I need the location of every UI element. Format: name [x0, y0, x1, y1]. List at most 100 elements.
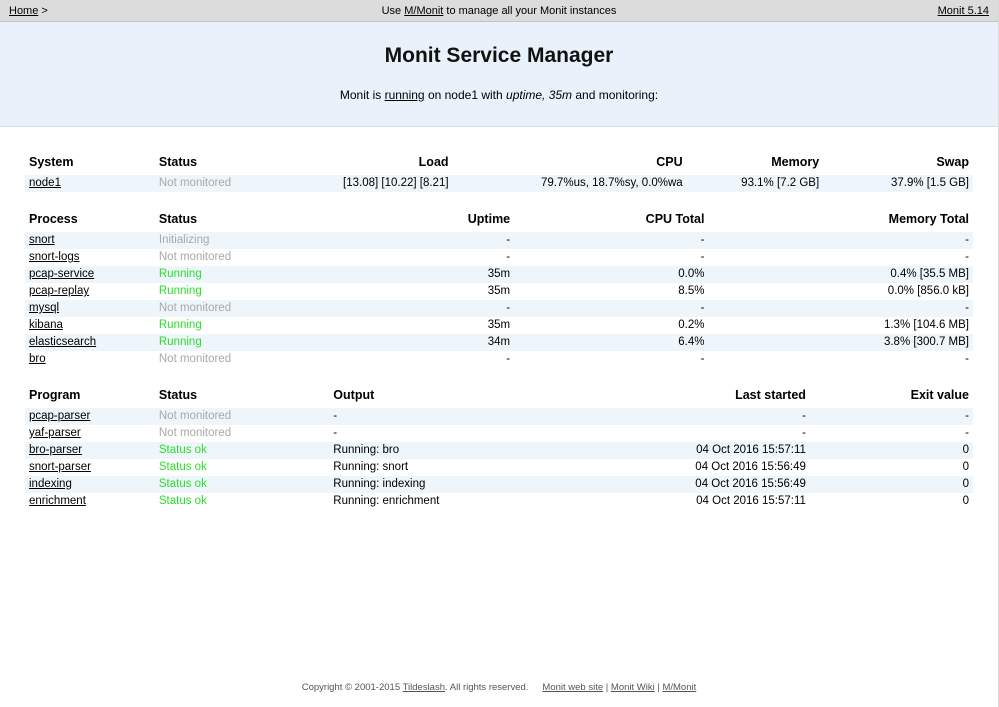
- process-table: Process Status Uptime CPU Total Memory T…: [25, 209, 973, 368]
- last-started-value: -: [644, 408, 810, 425]
- memory-total-value: 0.0% [856.0 kB]: [708, 283, 973, 300]
- process-link-elasticsearch[interactable]: elasticsearch: [29, 336, 96, 348]
- col-header-program: Program: [25, 385, 155, 408]
- program-table-header-row: Program Status Output Last started Exit …: [25, 385, 973, 408]
- program-link-bro-parser[interactable]: bro-parser: [29, 444, 82, 456]
- last-started-value: 04 Oct 2016 15:56:49: [644, 476, 810, 493]
- uptime-text: uptime, 35m: [506, 88, 572, 102]
- table-row: kibana Running 35m 0.2% 1.3% [104.6 MB]: [25, 317, 973, 334]
- table-row: pcap-service Running 35m 0.0% 0.4% [35.5…: [25, 266, 973, 283]
- topbar-message: Use M/Monit to manage all your Monit ins…: [179, 5, 819, 17]
- program-link-enrichment[interactable]: enrichment: [29, 495, 86, 507]
- memory-total-value: 3.8% [300.7 MB]: [708, 334, 973, 351]
- col-header-cpu: CPU: [453, 152, 687, 175]
- cpu-total-value: 8.5%: [514, 283, 708, 300]
- status-line-mid: on node1 with: [425, 88, 506, 102]
- cpu-total-value: -: [514, 351, 708, 368]
- cpu-total-value: -: [514, 300, 708, 317]
- memory-total-value: 1.3% [104.6 MB]: [708, 317, 973, 334]
- process-link-snort-logs[interactable]: snort-logs: [29, 251, 80, 263]
- footer-links: Monit web site | Monit Wiki | M/Monit: [542, 682, 696, 693]
- table-row: snort Initializing - - -: [25, 232, 973, 249]
- exit-value: 0: [810, 476, 973, 493]
- table-row: node1 Not monitored [13.08] [10.22] [8.2…: [25, 175, 973, 192]
- program-link-yaf-parser[interactable]: yaf-parser: [29, 427, 81, 439]
- output-value: -: [329, 408, 644, 425]
- uptime-value: 35m: [320, 317, 514, 334]
- process-link-pcap-service[interactable]: pcap-service: [29, 268, 94, 280]
- monit-version-link[interactable]: Monit 5.14: [938, 5, 989, 17]
- program-table: Program Status Output Last started Exit …: [25, 385, 973, 510]
- process-link-snort[interactable]: snort: [29, 234, 55, 246]
- program-link-pcap-parser[interactable]: pcap-parser: [29, 410, 90, 422]
- col-header-load: Load: [320, 152, 453, 175]
- table-row: bro Not monitored - - -: [25, 351, 973, 368]
- status-text: Running: [159, 319, 202, 331]
- copyright-suffix: . All rights reserved.: [445, 682, 528, 693]
- process-link-pcap-replay[interactable]: pcap-replay: [29, 285, 89, 297]
- process-link-kibana[interactable]: kibana: [29, 319, 63, 331]
- table-row: snort-parser Status ok Running: snort 04…: [25, 459, 973, 476]
- mmonit-link[interactable]: M/Monit: [404, 5, 443, 17]
- status-text: Not monitored: [159, 410, 231, 422]
- col-header-exit-value: Exit value: [810, 385, 973, 408]
- table-row: indexing Status ok Running: indexing 04 …: [25, 476, 973, 493]
- monit-wiki-link[interactable]: Monit Wiki: [611, 682, 655, 693]
- cpu-total-value: 6.4%: [514, 334, 708, 351]
- running-link[interactable]: running: [385, 88, 425, 102]
- last-started-value: 04 Oct 2016 15:57:11: [644, 493, 810, 510]
- status-text: Status ok: [159, 461, 207, 473]
- mmonit-footer-link[interactable]: M/Monit: [662, 682, 696, 693]
- output-value: Running: snort: [329, 459, 644, 476]
- uptime-value: -: [320, 232, 514, 249]
- table-row: pcap-replay Running 35m 8.5% 0.0% [856.0…: [25, 283, 973, 300]
- status-text: Status ok: [159, 478, 207, 490]
- process-link-mysql[interactable]: mysql: [29, 302, 59, 314]
- output-value: -: [329, 425, 644, 442]
- program-link-snort-parser[interactable]: snort-parser: [29, 461, 91, 473]
- table-row: elasticsearch Running 34m 6.4% 3.8% [300…: [25, 334, 973, 351]
- status-text: Running: [159, 336, 202, 348]
- col-header-uptime: Uptime: [320, 209, 514, 232]
- cpu-value: 79.7%us, 18.7%sy, 0.0%wa: [453, 175, 687, 192]
- process-link-bro[interactable]: bro: [29, 353, 46, 365]
- footer-separator: |: [657, 682, 659, 693]
- col-header-memory-total: Memory Total: [708, 209, 973, 232]
- last-started-value: 04 Oct 2016 15:56:49: [644, 459, 810, 476]
- col-header-status: Status: [155, 152, 320, 175]
- status-line-suffix: and monitoring:: [572, 88, 658, 102]
- home-link[interactable]: Home: [9, 5, 38, 17]
- memory-total-value: -: [708, 249, 973, 266]
- tildeslash-link[interactable]: Tildeslash: [403, 682, 445, 693]
- exit-value: 0: [810, 493, 973, 510]
- table-row: enrichment Status ok Running: enrichment…: [25, 493, 973, 510]
- memory-total-value: 0.4% [35.5 MB]: [708, 266, 973, 283]
- breadcrumb: Home >: [9, 5, 179, 17]
- col-header-last-started: Last started: [644, 385, 810, 408]
- uptime-value: -: [320, 249, 514, 266]
- status-text: Status ok: [159, 444, 207, 456]
- monit-website-link[interactable]: Monit web site: [542, 682, 603, 693]
- status-text: Not monitored: [159, 251, 231, 263]
- copyright-text: Copyright © 2001-2015 Tildeslash. All ri…: [302, 682, 529, 693]
- page-footer: Copyright © 2001-2015 Tildeslash. All ri…: [0, 674, 998, 707]
- exit-value: 0: [810, 442, 973, 459]
- uptime-value: 35m: [320, 266, 514, 283]
- exit-value: -: [810, 425, 973, 442]
- status-text: Not monitored: [159, 177, 231, 189]
- load-value: [13.08] [10.22] [8.21]: [320, 175, 453, 192]
- col-header-cpu-total: CPU Total: [514, 209, 708, 232]
- last-started-value: 04 Oct 2016 15:57:11: [644, 442, 810, 459]
- col-header-system: System: [25, 152, 155, 175]
- system-link-node1[interactable]: node1: [29, 177, 61, 189]
- table-row: bro-parser Status ok Running: bro 04 Oct…: [25, 442, 973, 459]
- monit-page: Home > Use M/Monit to manage all your Mo…: [0, 0, 999, 707]
- program-link-indexing[interactable]: indexing: [29, 478, 72, 490]
- col-header-swap: Swap: [823, 152, 973, 175]
- cpu-total-value: 0.2%: [514, 317, 708, 334]
- status-text: Not monitored: [159, 302, 231, 314]
- status-text: Status ok: [159, 495, 207, 507]
- program-table-block: Program Status Output Last started Exit …: [25, 385, 973, 510]
- cpu-total-value: 0.0%: [514, 266, 708, 283]
- status-text: Not monitored: [159, 353, 231, 365]
